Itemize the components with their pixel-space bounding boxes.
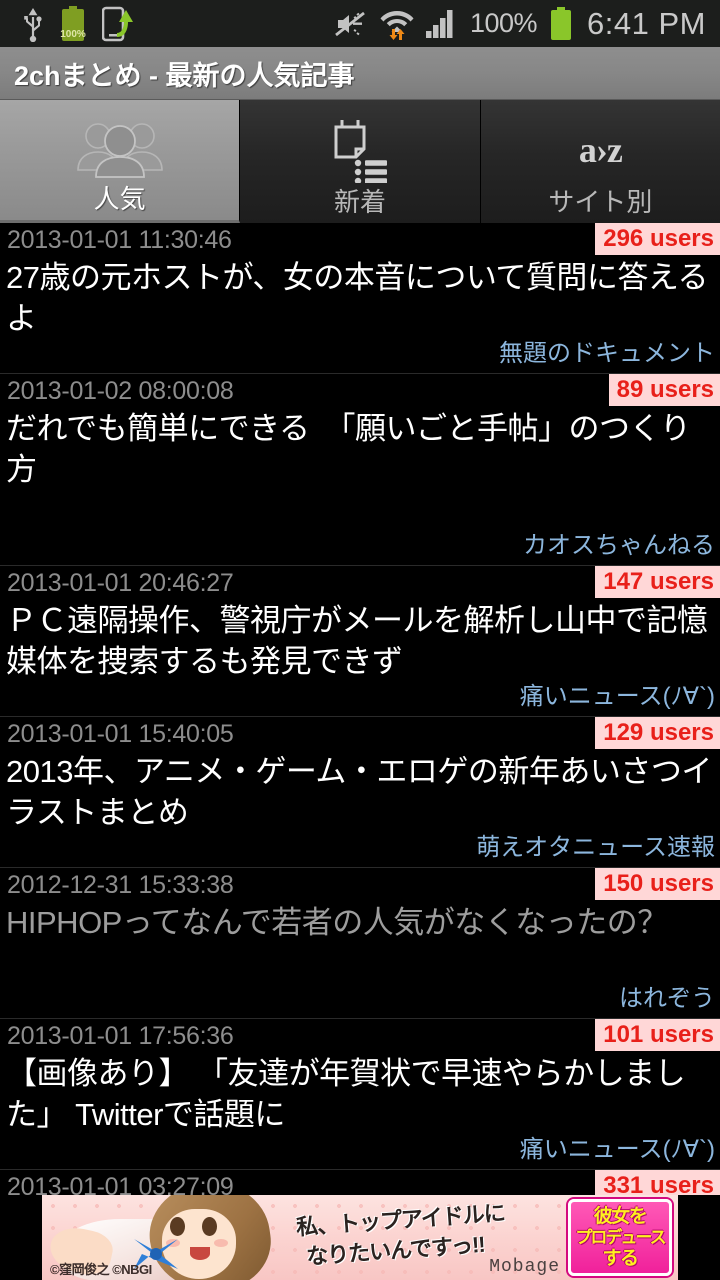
status-badge: 296 users — [595, 223, 720, 255]
usb-icon — [24, 7, 42, 42]
svg-text:100%: 100% — [60, 29, 86, 40]
article-date: 2013-01-01 20:46:27 — [7, 569, 234, 597]
article-date: 2013-01-01 15:40:05 — [7, 720, 234, 748]
tab-bar: 人気 新着 a›z サイト別 — [0, 100, 720, 223]
article-date: 2013-01-02 08:00:08 — [7, 377, 234, 405]
app-title-bar: 2chまとめ - 最新の人気記事 — [0, 47, 720, 100]
a-to-z-icon: a›z — [578, 113, 623, 187]
tab-by-site-label: サイト別 — [548, 187, 653, 217]
article-title-line: ＰＣ遠隔操作、警視庁がメールを解析し山中で記憶 — [6, 603, 708, 638]
status-bar: 100% 100% 6:41 PM — [0, 0, 720, 47]
article-title-line: ラストまとめ — [6, 795, 189, 830]
list-item-header: 2012-12-31 15:33:38 150 users — [0, 868, 720, 902]
article-date: 2013-01-01 03:27:09 — [7, 1173, 234, 1195]
battery-100-icon: 100% — [60, 5, 86, 41]
a-to-z-glyph: a›z — [578, 130, 623, 170]
status-badge: 129 users — [595, 717, 720, 749]
ad-cta-line3: する — [602, 1248, 639, 1269]
ad-cta-line2: プロデュース — [575, 1228, 666, 1247]
page-title: 2chまとめ - 最新の人気記事 — [14, 60, 355, 91]
article-title-line: よ — [6, 301, 37, 336]
list-item[interactable]: 2013-01-01 15:40:05 129 users 2013年、アニメ・… — [0, 717, 720, 868]
status-badge: 331 users — [595, 1170, 720, 1195]
article-title-line-empty — [0, 943, 720, 984]
people-group-icon — [72, 110, 168, 184]
phone-transfer-icon — [102, 6, 133, 41]
status-bar-left-icons: 100% — [0, 5, 136, 42]
ad-cta-line1: 彼女を — [593, 1206, 648, 1227]
list-item-header: 2013-01-01 17:56:36 101 users — [0, 1019, 720, 1053]
status-badge: 147 users — [595, 566, 720, 598]
status-badge: 150 users — [595, 868, 720, 900]
status-badge: 89 users — [608, 374, 720, 406]
tab-popular[interactable]: 人気 — [0, 100, 241, 223]
tab-by-site[interactable]: a›z サイト別 — [480, 100, 720, 223]
list-item-header: 2013-01-02 08:00:08 89 users — [0, 374, 720, 408]
battery-full-icon — [551, 6, 572, 40]
article-title-line: た」 Twitterで話題に — [6, 1097, 285, 1132]
list-item-header: 2013-01-01 20:46:27 147 users — [0, 566, 720, 600]
article-source: 痛いニュース(ﾉ∀`) — [519, 1136, 715, 1163]
battery-percent-label: 100% — [469, 8, 538, 38]
article-title-line: 2013年、アニメ・ゲーム・エロゲの新年あいさつイ — [6, 754, 712, 789]
list-item[interactable]: 2013-01-01 03:27:09 331 users 紅白の美輪明宏の『ヨ… — [0, 1170, 720, 1195]
article-title-line-empty — [0, 490, 720, 531]
article-title-line: HIPHOPってなんで若者の人気がなくなったの？ — [6, 905, 668, 940]
list-item-header: 2013-01-01 11:30:46 296 users — [0, 223, 720, 257]
list-item-header: 2013-01-01 03:27:09 331 users — [0, 1170, 720, 1195]
article-source: 萌えオタニュース速報 — [476, 834, 715, 861]
status-bar-clock: 6:41 PM — [587, 5, 706, 41]
article-date: 2013-01-01 11:30:46 — [7, 226, 232, 254]
tab-new[interactable]: 新着 — [240, 100, 481, 223]
list-item-header: 2013-01-01 15:40:05 129 users — [0, 717, 720, 751]
signal-bars-icon — [425, 9, 453, 38]
article-source: 無題のドキュメント — [499, 340, 715, 367]
mute-vibrate-icon — [335, 11, 365, 36]
tab-popular-label: 人気 — [93, 184, 146, 214]
list-item[interactable]: 2013-01-01 17:56:36 101 users 【画像あり】 「友達… — [0, 1019, 720, 1170]
tab-new-label: 新着 — [333, 187, 386, 217]
ad-brand-label: Mobage — [489, 1257, 560, 1277]
article-date: 2012-12-31 15:33:38 — [7, 871, 234, 899]
ad-banner-content[interactable]: ©窪岡俊之 ©NBGI 私、トップアイドルに なりたいんですっ!! Mobage… — [42, 1195, 678, 1280]
ad-cta-button[interactable]: 彼女を プロデュース する — [568, 1199, 672, 1276]
article-source: 痛いニュース(ﾉ∀`) — [519, 683, 715, 710]
wifi-transfer-icon — [380, 10, 414, 40]
list-item[interactable]: 2013-01-01 20:46:27 147 users ＰＣ遠隔操作、警視庁… — [0, 566, 720, 717]
article-title-line: 27歳の元ホストが、女の本音について質問に答える — [6, 260, 709, 295]
article-title-line: 媒体を捜索するも発見できず — [6, 644, 403, 679]
article-title-line: 【画像あり】 「友達が年賀状で早速やらかしまし — [6, 1056, 686, 1091]
list-item[interactable]: 2012-12-31 15:33:38 150 users HIPHOPってなん… — [0, 868, 720, 1019]
article-source: カオスちゃんねる — [523, 532, 715, 559]
article-title-line: だれでも簡単にできる 「願いごと手帖」のつくり方 — [6, 411, 691, 487]
note-list-icon — [324, 113, 396, 187]
list-item[interactable]: 2013-01-02 08:00:08 89 users だれでも簡単にできる … — [0, 374, 720, 566]
article-date: 2013-01-01 17:56:36 — [7, 1022, 234, 1050]
list-item[interactable]: 2013-01-01 11:30:46 296 users 27歳の元ホストが、… — [0, 223, 720, 374]
status-bar-right-icons: 100% 6:41 PM — [334, 6, 720, 42]
ad-copyright: ©窪岡俊之 ©NBGI — [50, 1262, 152, 1277]
article-list[interactable]: 2013-01-01 11:30:46 296 users 27歳の元ホストが、… — [0, 223, 720, 1195]
article-source: はれぞう — [619, 985, 715, 1012]
ad-banner[interactable]: ©窪岡俊之 ©NBGI 私、トップアイドルに なりたいんですっ!! Mobage… — [0, 1195, 720, 1280]
status-badge: 101 users — [595, 1019, 720, 1051]
